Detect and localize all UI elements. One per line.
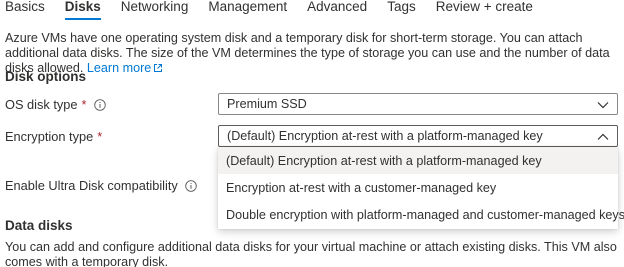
- tab-review-create[interactable]: Review + create: [436, 0, 533, 18]
- required-marker: *: [97, 129, 103, 144]
- chevron-down-icon: [597, 102, 609, 109]
- encryption-option-customer-managed[interactable]: Encryption at-rest with a customer-manag…: [218, 174, 618, 201]
- os-disk-type-label: OS disk type *: [5, 97, 106, 112]
- disk-options-title: Disk options: [5, 69, 87, 84]
- tab-advanced[interactable]: Advanced: [307, 0, 367, 18]
- learn-more-link[interactable]: Learn more: [87, 61, 163, 75]
- tab-basics[interactable]: Basics: [5, 0, 45, 18]
- data-disks-description: You can add and configure additional dat…: [5, 240, 617, 267]
- encryption-option-platform-managed[interactable]: (Default) Encryption at-rest with a plat…: [218, 147, 618, 174]
- os-disk-type-text: OS disk type: [5, 97, 78, 112]
- info-icon[interactable]: [185, 179, 197, 192]
- required-marker: *: [81, 97, 87, 112]
- encryption-type-dropdown[interactable]: (Default) Encryption at-rest with a plat…: [218, 125, 618, 147]
- data-disks-title: Data disks: [5, 218, 73, 233]
- encryption-option-double[interactable]: Double encryption with platform-managed …: [218, 201, 624, 228]
- os-disk-type-dropdown[interactable]: Premium SSD: [218, 93, 618, 115]
- tab-disks[interactable]: Disks: [64, 0, 101, 20]
- os-disk-type-value: Premium SSD: [227, 97, 307, 111]
- ultra-disk-label: Enable Ultra Disk compatibility: [5, 178, 197, 193]
- info-icon[interactable]: [93, 98, 106, 111]
- encryption-type-menu: (Default) Encryption at-rest with a plat…: [218, 147, 624, 229]
- tab-management[interactable]: Management: [208, 0, 287, 18]
- learn-more-label: Learn more: [86, 61, 152, 75]
- wizard-tabs: Basics Disks Networking Management Advan…: [5, 0, 553, 20]
- chevron-up-icon: [597, 133, 609, 140]
- encryption-type-label: Encryption type *: [5, 129, 102, 144]
- ultra-disk-text: Enable Ultra Disk compatibility: [5, 178, 178, 193]
- tab-tags[interactable]: Tags: [387, 0, 416, 18]
- external-link-icon: [154, 64, 163, 72]
- encryption-type-value: (Default) Encryption at-rest with a plat…: [227, 129, 543, 143]
- tab-networking[interactable]: Networking: [121, 0, 189, 18]
- encryption-type-text: Encryption type: [5, 129, 94, 144]
- disks-tab-page: Basics Disks Networking Management Advan…: [0, 0, 624, 267]
- intro-description: Azure VMs have one operating system disk…: [5, 31, 617, 76]
